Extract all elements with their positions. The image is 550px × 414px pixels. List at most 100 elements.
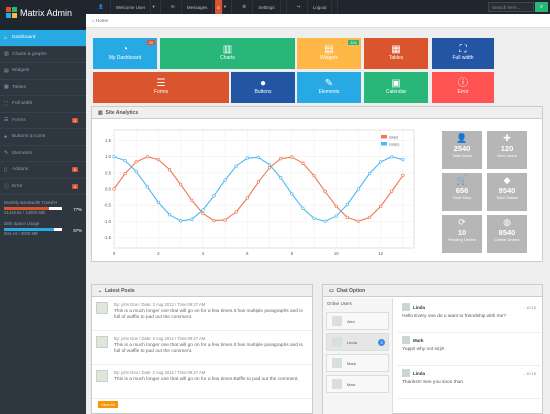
avatar <box>402 369 410 377</box>
sidebar-item-label: Addons <box>12 167 29 173</box>
x-tick-label: 2 <box>157 251 160 256</box>
data-point <box>356 219 361 223</box>
sidebar-item-dashboard[interactable]: ⌂ Dashboard <box>0 30 86 47</box>
th-icon: ▦ <box>391 44 401 55</box>
tile-badge: 101 <box>348 40 359 45</box>
chat-message-text: Yuppi! why not sirji!!. <box>402 347 446 352</box>
user-menu-label: Welcome User <box>111 0 152 14</box>
data-point <box>212 218 216 223</box>
sidebar-item-buttons-icons[interactable]: ● Buttons & icons <box>0 129 86 146</box>
post-item: By: john Doe / Date: 2 Aug 2012 / Time:0… <box>92 331 312 365</box>
chat-message-author: Linda <box>413 304 425 310</box>
sidebar-item-charts-graphs[interactable]: ▥ Charts & graphs <box>0 47 86 63</box>
sidebar-item-full-width[interactable]: ⛶ Full width <box>0 96 86 113</box>
data-point <box>256 155 261 160</box>
tile-label: Tables <box>388 55 404 61</box>
tile-tables[interactable]: ▦ Tables <box>364 38 428 69</box>
data-point <box>223 178 227 182</box>
tile-label: Buttons <box>254 89 272 95</box>
stat-percent: 77% <box>73 207 82 212</box>
envelope-icon: ✉ <box>166 0 182 14</box>
stat-box-label: Pending Orders <box>447 237 476 242</box>
tile-charts[interactable]: ▥ Charts <box>160 38 295 69</box>
sidebar-item-elements[interactable]: ✎ Elements <box>0 146 86 162</box>
search-icon: ⌕ <box>539 4 544 10</box>
tile-label: Error <box>457 89 469 95</box>
search-input[interactable]: Search here... <box>488 2 534 12</box>
tile-buttons[interactable]: ● Buttons <box>231 72 295 103</box>
chat-message-text: Hello Every one do u want to freindship … <box>402 314 506 319</box>
chat-user-name: Linda <box>347 339 357 345</box>
globe-icon: ◍ <box>503 217 511 227</box>
data-point <box>112 155 116 159</box>
chat-user-name: Maxi <box>347 381 356 387</box>
data-point <box>234 164 238 168</box>
user-menu[interactable]: 👤 Welcome User ▾ <box>88 0 161 14</box>
data-point <box>312 174 316 178</box>
chat-message-header: Linda - 10:15 <box>402 369 536 377</box>
y-tick-label: 1.5 <box>105 138 111 143</box>
tile-error[interactable]: ⓘ Error <box>432 72 494 103</box>
tile-forms[interactable]: ☰ Forms <box>93 72 229 103</box>
sidebar-item-label: Forms <box>12 117 26 123</box>
y-tick-label: -0.5 <box>104 203 112 208</box>
chat-message-author: Mark <box>413 337 424 343</box>
stat-box-label: New Users <box>497 153 517 158</box>
tile-full-width[interactable]: ⛶ Full width <box>432 38 494 69</box>
plus-icon: ✚ <box>503 133 511 143</box>
tile-widgets[interactable]: ▤ Widgets 101 <box>297 38 361 69</box>
logout-link[interactable]: ↪ Logout <box>287 0 339 14</box>
chat-user[interactable]: Mark <box>326 354 389 372</box>
stat-box-value: 8540 <box>498 228 516 237</box>
logo-icon <box>6 7 18 19</box>
sidebar-item-widgets[interactable]: ▤ Widgets <box>0 63 86 80</box>
data-point <box>256 180 261 184</box>
data-point <box>190 198 194 202</box>
sidebar-item-addons[interactable]: ▯ Addons 5 <box>0 162 86 179</box>
tile-calendar[interactable]: ▣ Calendar <box>364 72 428 103</box>
search-button[interactable]: ⌕ <box>535 2 548 12</box>
panel-header: ⌄ Latest Posts <box>92 285 312 297</box>
data-point <box>345 202 349 207</box>
sidebar-item-error[interactable]: ⓘ Error 4 <box>0 179 86 195</box>
data-point <box>245 196 249 200</box>
data-point <box>267 166 272 170</box>
chat-message-header: Mark <box>402 336 536 344</box>
sidebar-item-forms[interactable]: ☰ Forms 3 <box>0 113 86 129</box>
data-point <box>234 210 238 214</box>
chat-panel: ▭ Chat Option Online Users Alex Linda 3 Mar… <box>322 284 543 414</box>
tile-my-dashboard[interactable]: ◔ My Dashboard 20 <box>93 38 157 69</box>
data-point <box>134 169 138 174</box>
messages-badge: 5 <box>215 0 223 14</box>
view-all-button[interactable]: View All <box>98 401 118 408</box>
breadcrumb-home[interactable]: Home <box>96 18 108 23</box>
avatar <box>402 336 410 344</box>
panel-title: Site Analytics <box>105 110 139 116</box>
stat-label: Monthly Bandwidth Transfer <box>4 200 58 205</box>
post-text: This is a much longer one that will go o… <box>114 308 303 321</box>
sidebar-item-tables[interactable]: ▦ Tables <box>0 80 86 96</box>
data-point <box>123 171 127 176</box>
data-point <box>334 204 338 209</box>
home-icon: ⌂ <box>4 34 8 41</box>
x-tick-label: 12 <box>378 251 383 256</box>
chat-message-time: - 10:15 <box>523 370 536 376</box>
tile-elements[interactable]: ✎ Elements <box>297 72 361 103</box>
legend-swatch <box>381 135 387 139</box>
comment-icon: ▭ <box>329 288 337 294</box>
stat-progress-fill <box>4 228 55 231</box>
stat-progress-fill <box>4 207 49 210</box>
data-point <box>179 182 183 187</box>
tile-label: Calendar <box>385 89 407 95</box>
chat-user[interactable]: Maxi <box>326 375 389 393</box>
stat-box: 🛒 656 Total Shop <box>442 173 482 211</box>
messages-menu[interactable]: ✉ Messages 5 ▾ <box>161 0 233 14</box>
settings-link[interactable]: ⚙ Settings <box>232 0 287 14</box>
chat-user[interactable]: Linda 3 <box>326 333 389 351</box>
sidebar-item-label: Widgets <box>12 68 30 74</box>
brand-logo[interactable]: Matrix Admin <box>0 0 86 30</box>
sidebar-item-label: Buttons & icons <box>12 134 46 140</box>
chevron-down-icon[interactable]: ⌄ <box>98 288 105 294</box>
data-point <box>379 204 383 209</box>
chat-user[interactable]: Alex <box>326 312 389 330</box>
